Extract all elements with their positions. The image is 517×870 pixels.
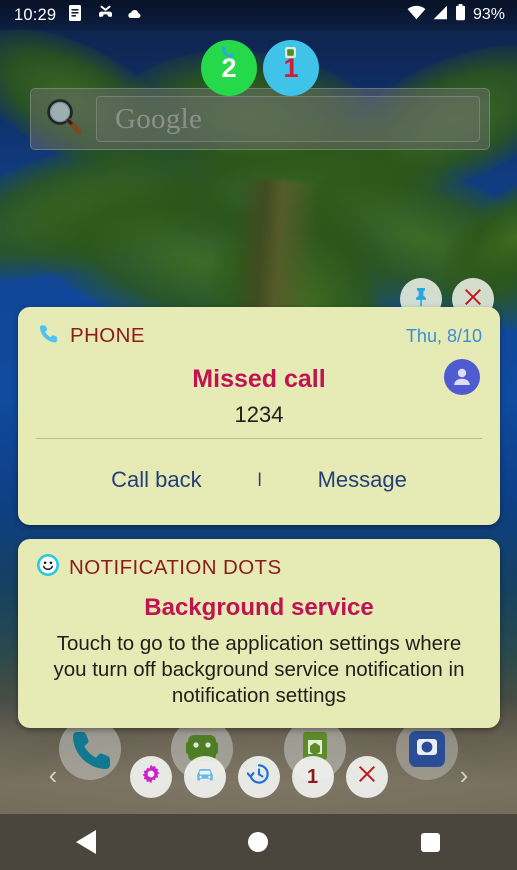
history-button[interactable] (237, 756, 280, 798)
cloud-download-icon (127, 6, 141, 24)
count-label: 1 (306, 765, 319, 788)
notification-card-phone[interactable]: PHONE Thu, 8/10 Missed call 1234 Call ba… (18, 307, 500, 525)
call-back-button[interactable]: Call back (111, 467, 201, 493)
phone-handset-icon (36, 321, 61, 351)
magnifier-icon (40, 93, 88, 146)
floating-dock: 1 (0, 753, 517, 801)
missed-call-icon (96, 4, 115, 27)
car-icon (193, 762, 217, 792)
chevron-right-icon: › (459, 759, 469, 790)
status-bar: 10:29 93% (0, 0, 517, 30)
gear-icon (139, 762, 163, 792)
notification-badge-green[interactable]: 2 (201, 40, 257, 96)
nav-home-button[interactable] (230, 814, 286, 870)
nav-back-button[interactable] (58, 814, 114, 870)
action-separator: l (257, 469, 262, 490)
notification-body: Touch to go to the application settings … (53, 632, 465, 708)
card-actions: Call back l Message (18, 467, 500, 493)
person-avatar-icon (444, 359, 480, 395)
search-placeholder: Google (115, 102, 203, 135)
smiley-face-icon (36, 553, 60, 582)
note-icon (68, 4, 84, 27)
app-name: NOTIFICATION DOTS (69, 555, 282, 579)
dismiss-button[interactable] (345, 756, 388, 798)
battery-icon (455, 4, 466, 26)
battery-percent: 93% (472, 6, 505, 23)
card-divider (36, 438, 482, 439)
app-icon (283, 36, 299, 58)
wifi-icon (407, 5, 426, 25)
notification-subtitle: 1234 (234, 402, 284, 427)
signal-icon (432, 5, 449, 25)
history-clock-icon (246, 762, 271, 792)
back-triangle-icon (76, 830, 97, 854)
message-button[interactable]: Message (318, 467, 407, 493)
notification-title: Background service (144, 594, 374, 621)
count-button[interactable]: 1 (291, 756, 334, 798)
search-input[interactable]: Google (96, 96, 480, 142)
dock-next-arrow[interactable]: › (449, 760, 479, 790)
nav-recents-button[interactable] (403, 814, 459, 870)
app-name: PHONE (70, 324, 145, 347)
settings-button[interactable] (129, 756, 172, 798)
status-clock: 10:29 (14, 5, 57, 24)
system-nav-bar (0, 814, 517, 870)
notification-time: Thu, 8/10 (405, 325, 482, 346)
google-search-widget[interactable]: Google (30, 88, 490, 150)
recents-square-icon (421, 832, 441, 852)
notification-title: Missed call (192, 365, 326, 393)
home-circle-icon (248, 832, 269, 852)
notification-stack: PHONE Thu, 8/10 Missed call 1234 Call ba… (18, 307, 500, 728)
notification-badge-cyan[interactable]: 1 (263, 40, 319, 96)
notification-card-dots[interactable]: NOTIFICATION DOTS Background service Tou… (18, 539, 500, 728)
car-button[interactable] (183, 756, 226, 798)
phone-icon (219, 36, 235, 58)
card-header: PHONE Thu, 8/10 (36, 321, 482, 351)
close-x-icon (355, 762, 379, 792)
card-header: NOTIFICATION DOTS (36, 553, 482, 582)
